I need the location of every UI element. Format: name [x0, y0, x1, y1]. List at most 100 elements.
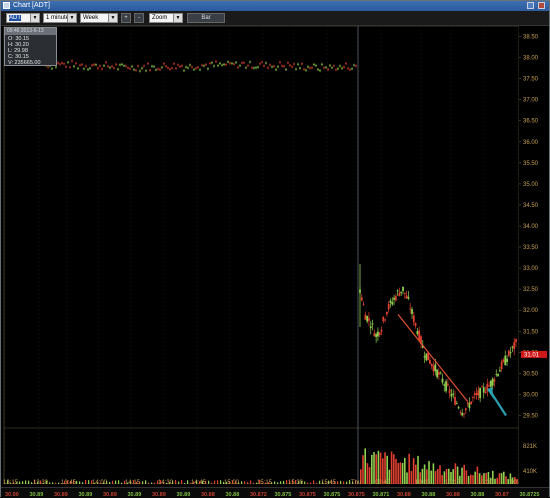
close-button[interactable]	[538, 2, 545, 9]
candle-body	[389, 300, 392, 303]
candle-body	[400, 291, 403, 293]
candle-body	[231, 62, 233, 65]
ohlc-info-box: 09:46 2013-6-13 O: 30.15 H: 30.20 L: 29.…	[4, 27, 57, 66]
candle-body	[339, 65, 341, 67]
zoom-in-button[interactable]: +	[121, 13, 131, 23]
chevron-down-icon[interactable]: ▼	[108, 14, 117, 22]
candle-body	[295, 68, 297, 70]
volume-tick-label: 821K	[523, 444, 537, 450]
candle-body	[277, 66, 279, 68]
price-tick-label: 37.00	[523, 98, 539, 104]
candle-body	[335, 69, 337, 71]
candle-body	[203, 65, 205, 67]
symbol-select[interactable]: ADT ▼	[6, 13, 40, 23]
interval-select[interactable]: 1 minute ▼	[43, 13, 77, 23]
candle-body	[59, 63, 61, 65]
candle-body	[187, 67, 189, 69]
candle-body	[448, 389, 451, 394]
candle-body	[97, 67, 99, 69]
zoom-out-button[interactable]: -	[134, 13, 144, 23]
candle-body	[249, 61, 251, 63]
candle-body	[129, 68, 131, 70]
candle-body	[443, 384, 446, 386]
bottom-value: 30.89	[128, 492, 142, 498]
candle-body	[307, 66, 309, 68]
candle-body	[281, 65, 283, 67]
candle-body	[321, 63, 323, 65]
time-tick-label: 14:15	[125, 480, 141, 486]
candle-body	[425, 353, 428, 361]
candle-body	[371, 323, 374, 325]
plot-frame	[3, 26, 519, 484]
candle-body	[500, 361, 503, 370]
bottom-value: 30.89	[177, 492, 191, 498]
candle-body	[99, 65, 101, 67]
zoom-value: Zoom	[152, 15, 168, 21]
range-select[interactable]: Week ▼	[80, 13, 118, 23]
candle-body	[355, 65, 357, 67]
candle-body	[113, 67, 115, 69]
candle-body	[135, 69, 137, 71]
candle-body	[360, 297, 363, 301]
candle-body	[459, 411, 462, 413]
candle-body	[61, 62, 63, 64]
candle-body	[255, 67, 257, 69]
candle-body	[513, 342, 516, 350]
candle-body	[103, 64, 105, 67]
chevron-down-icon[interactable]: ▼	[173, 14, 182, 22]
bottom-value: 30.89	[30, 492, 44, 498]
candle-body	[273, 65, 275, 67]
zoom-select[interactable]: Zoom ▼	[149, 13, 183, 23]
candle-body	[139, 70, 141, 72]
time-tick-label: 10:45	[510, 480, 519, 486]
candle-body	[141, 67, 143, 69]
candle-body	[149, 69, 151, 71]
chevron-down-icon[interactable]: ▼	[67, 14, 76, 22]
candle-body	[67, 61, 69, 63]
candle-body	[329, 64, 331, 67]
time-tick-label: 15:00	[224, 480, 240, 486]
candle-body	[446, 383, 449, 386]
candle-body	[133, 68, 135, 71]
candle-body	[349, 69, 351, 71]
candle-body	[85, 65, 87, 67]
price-tick-label: 32.50	[523, 287, 539, 293]
candle-body	[509, 352, 512, 354]
candle-body	[257, 66, 259, 68]
candle-body	[275, 69, 277, 71]
title-bar[interactable]: Chart [ADT]	[1, 1, 549, 11]
candle-body	[193, 69, 195, 71]
candle-body	[317, 68, 319, 71]
candle-body	[414, 322, 417, 326]
time-tick-label: 13:45	[61, 480, 77, 486]
candle-body	[51, 67, 53, 70]
minimize-button[interactable]	[527, 2, 534, 9]
candle-body	[73, 65, 75, 68]
candle-body	[366, 315, 369, 322]
symbol-value: ADT	[9, 15, 21, 21]
candle-body	[506, 358, 508, 362]
candle-body	[47, 66, 49, 68]
candle-body	[237, 66, 239, 69]
candle-body	[382, 316, 385, 322]
candle-body	[83, 68, 85, 70]
candle-body	[362, 304, 365, 306]
price-chart[interactable]	[1, 26, 519, 484]
candle-body	[185, 66, 187, 68]
price-tick-label: 30.00	[523, 392, 539, 398]
candle-body	[115, 63, 117, 65]
candle-body	[430, 363, 433, 367]
candle-body	[441, 378, 444, 383]
bar-style-button[interactable]: Bar	[187, 13, 225, 23]
candle-body	[213, 65, 215, 67]
candle-body	[337, 68, 339, 70]
candle-body	[463, 413, 465, 415]
candle-body	[297, 63, 299, 65]
price-tick-label: 36.50	[523, 119, 539, 125]
candle-body	[205, 63, 207, 66]
candle-body	[375, 334, 378, 337]
chevron-down-icon[interactable]: ▼	[30, 14, 39, 22]
time-tick-label: 15:45	[321, 480, 337, 486]
candle-body	[233, 63, 235, 65]
candle-body	[311, 67, 313, 69]
